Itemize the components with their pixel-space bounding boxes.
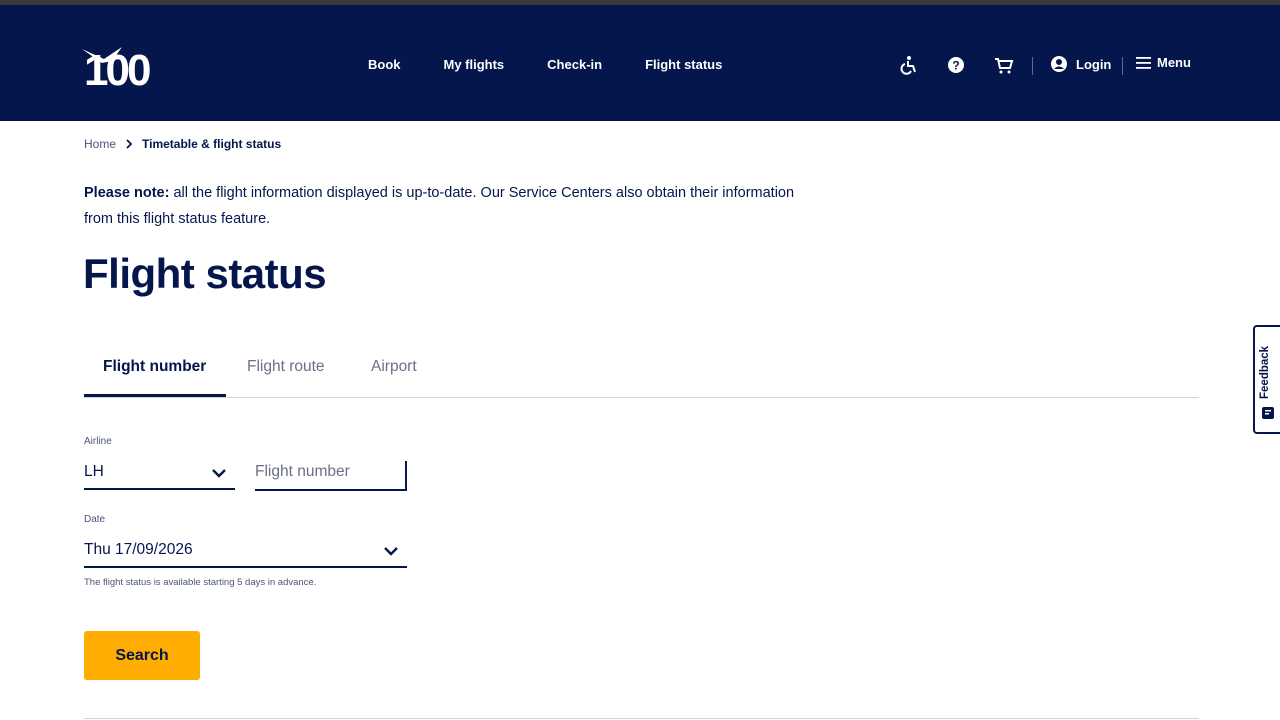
brand-logo[interactable]: 100 <box>82 43 164 89</box>
header-divider <box>1032 57 1033 75</box>
login-label: Login <box>1076 56 1112 72</box>
page-title: Flight status <box>83 250 327 297</box>
breadcrumb-home[interactable]: Home <box>84 137 116 151</box>
header-divider <box>1122 57 1123 75</box>
nav-flight-status[interactable]: Flight status <box>645 57 722 72</box>
menu-button[interactable]: Menu <box>1136 55 1191 70</box>
accessibility-icon[interactable] <box>898 55 918 75</box>
chevron-down-icon <box>212 469 226 478</box>
search-tabs: Flight number Flight route Airport <box>84 356 1199 398</box>
cart-icon[interactable] <box>994 55 1014 75</box>
tab-flight-number[interactable]: Flight number <box>103 358 206 376</box>
nav-check-in[interactable]: Check-in <box>547 57 602 72</box>
svg-text:?: ? <box>952 59 959 73</box>
flight-number-input[interactable] <box>255 461 395 481</box>
notice-text: Please note: all the flight information … <box>84 180 824 232</box>
flight-number-field[interactable] <box>255 461 407 491</box>
notice-bold: Please note: <box>84 185 170 201</box>
section-divider <box>84 718 1199 719</box>
chevron-right-icon <box>126 139 133 149</box>
breadcrumb-current: Timetable & flight status <box>142 137 282 151</box>
date-hint: The flight status is available starting … <box>84 577 317 588</box>
feedback-label: Feedback <box>1259 345 1271 399</box>
notice-body: all the flight information displayed is … <box>84 185 795 227</box>
site-header: 100 Book My flights Check-in Flight stat… <box>0 5 1280 121</box>
feedback-tab[interactable]: Feedback <box>1253 325 1280 434</box>
search-button[interactable]: Search <box>84 631 200 680</box>
breadcrumb: Home Timetable & flight status <box>84 137 281 151</box>
menu-icon <box>1136 56 1151 69</box>
user-icon <box>1051 56 1067 72</box>
airline-select[interactable]: LH <box>84 460 235 490</box>
date-select[interactable]: Thu 17/09/2026 <box>84 538 407 568</box>
airline-label: Airline <box>84 436 112 447</box>
nav-book[interactable]: Book <box>368 57 401 72</box>
tab-airport[interactable]: Airport <box>371 358 417 376</box>
date-label: Date <box>84 514 106 525</box>
active-tab-indicator <box>84 394 226 397</box>
nav-my-flights[interactable]: My flights <box>444 57 505 72</box>
date-value: Thu 17/09/2026 <box>84 541 193 558</box>
menu-label: Menu <box>1157 55 1191 70</box>
tab-flight-route[interactable]: Flight route <box>247 358 325 376</box>
chevron-down-icon <box>384 547 398 556</box>
feedback-icon <box>1262 407 1274 419</box>
main-nav: Book My flights Check-in Flight status <box>368 57 765 72</box>
airline-value: LH <box>84 463 104 480</box>
help-icon[interactable]: ? <box>946 55 966 75</box>
login-button[interactable]: Login <box>1050 55 1111 73</box>
